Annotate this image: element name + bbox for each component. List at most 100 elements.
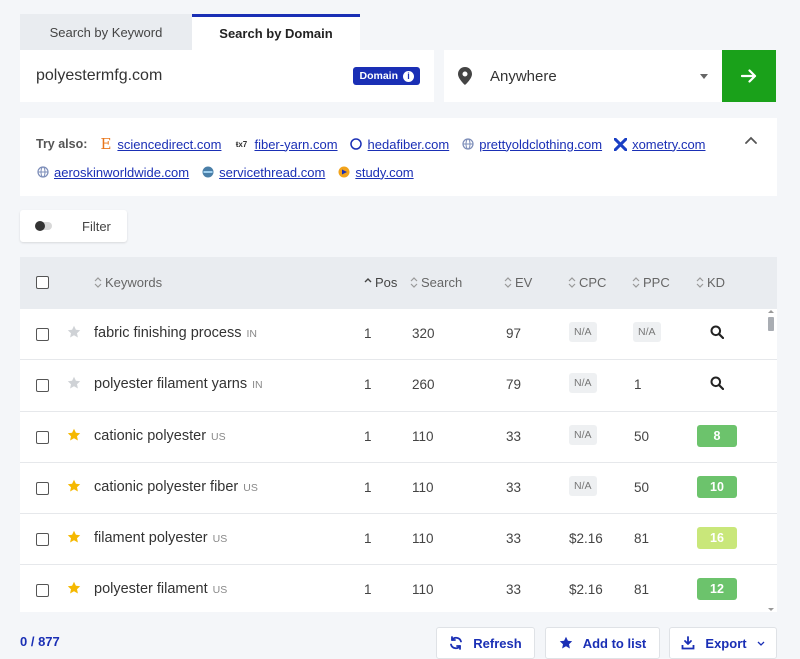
try-also-link-text[interactable]: aeroskinworldwide.com bbox=[54, 165, 189, 180]
table-row[interactable]: polyester filament yarns IN 1 260 79 N/A … bbox=[20, 360, 777, 412]
location-pin-icon bbox=[458, 67, 472, 85]
table-row[interactable]: fabric finishing process IN 1 320 97 N/A … bbox=[20, 309, 777, 361]
table-row[interactable]: polyester filament US 1 110 33 $2.16 81 1… bbox=[20, 565, 777, 612]
arrow-right-icon bbox=[741, 69, 757, 83]
export-button[interactable]: Export bbox=[669, 627, 777, 659]
star-filled-icon[interactable] bbox=[67, 530, 81, 544]
try-also-panel: Try also: E sciencedirect.com ŧx7 fiber-… bbox=[20, 118, 777, 196]
scroll-up-icon[interactable] bbox=[767, 309, 775, 314]
scrollbar-thumb[interactable] bbox=[768, 317, 774, 331]
row-checkbox[interactable] bbox=[36, 430, 49, 444]
country-code: IN bbox=[252, 379, 263, 392]
pos-cell: 1 bbox=[364, 377, 372, 393]
try-also-link[interactable]: xometry.com bbox=[614, 137, 706, 152]
kd-badge: 8 bbox=[697, 424, 737, 447]
keyword-text: polyester filament bbox=[94, 581, 208, 598]
keyword-text: cationic polyester bbox=[94, 427, 207, 444]
column-label: Search bbox=[421, 275, 463, 290]
location-value: Anywhere bbox=[490, 67, 557, 85]
try-also-line-1: Try also: E sciencedirect.com ŧx7 fiber-… bbox=[36, 134, 761, 154]
domain-input[interactable] bbox=[36, 67, 336, 85]
row-checkbox[interactable] bbox=[36, 481, 49, 495]
keyword-cell[interactable]: fabric finishing process IN bbox=[94, 325, 257, 341]
chevron-up-icon[interactable] bbox=[745, 136, 757, 144]
scroll-down-icon[interactable] bbox=[767, 607, 775, 612]
kd-badge: 10 bbox=[697, 475, 737, 498]
search-icon[interactable] bbox=[710, 325, 724, 339]
chevron-down-icon bbox=[700, 73, 708, 79]
table-row[interactable]: cationic polyester fiber US 1 110 33 N/A … bbox=[20, 463, 777, 515]
table-row[interactable]: filament polyester US 1 110 33 $2.16 81 1… bbox=[20, 514, 777, 566]
row-checkbox[interactable] bbox=[36, 379, 49, 393]
column-pos[interactable]: Pos bbox=[364, 275, 397, 290]
filter-toggle-button[interactable]: Filter bbox=[20, 210, 127, 242]
refresh-icon bbox=[450, 636, 463, 650]
select-all-checkbox[interactable] bbox=[36, 276, 49, 289]
column-kd[interactable]: KD bbox=[696, 275, 725, 290]
ev-cell: 33 bbox=[506, 531, 522, 547]
sort-ascending-icon bbox=[364, 278, 372, 283]
search-submit-button[interactable] bbox=[722, 50, 776, 102]
try-also-link-text[interactable]: servicethread.com bbox=[219, 165, 325, 180]
ev-cell: 97 bbox=[506, 326, 522, 341]
try-also-link[interactable]: hedafiber.com bbox=[350, 137, 450, 152]
keyword-cell[interactable]: polyester filament US bbox=[94, 581, 227, 597]
try-also-link[interactable]: E sciencedirect.com bbox=[99, 135, 221, 153]
sort-icon bbox=[94, 277, 102, 288]
refresh-button[interactable]: Refresh bbox=[436, 627, 535, 659]
try-also-link[interactable]: study.com bbox=[337, 165, 414, 180]
country-code: US bbox=[211, 430, 226, 443]
table-header: Keywords Pos Search EV CPC PPC KD bbox=[20, 257, 777, 309]
add-to-list-button[interactable]: Add to list bbox=[545, 627, 660, 659]
try-also-link-text[interactable]: prettyoldclothing.com bbox=[479, 137, 602, 152]
domain-type-badge[interactable]: Domain i bbox=[353, 67, 420, 85]
export-label: Export bbox=[705, 635, 747, 651]
row-checkbox[interactable] bbox=[36, 584, 49, 598]
try-also-link-text[interactable]: study.com bbox=[355, 165, 413, 180]
ppc-cell: 50 bbox=[634, 479, 650, 495]
try-also-link[interactable]: aeroskinworldwide.com bbox=[36, 165, 189, 180]
location-select[interactable]: Anywhere bbox=[444, 50, 722, 102]
column-ev[interactable]: EV bbox=[504, 275, 532, 290]
sort-icon bbox=[504, 277, 512, 288]
keyword-cell[interactable]: filament polyester US bbox=[94, 530, 227, 546]
sort-icon bbox=[696, 277, 704, 288]
column-cpc[interactable]: CPC bbox=[568, 275, 606, 290]
tab-search-by-keyword[interactable]: Search by Keyword bbox=[20, 14, 192, 50]
table-row[interactable]: cationic polyester US 1 110 33 N/A 50 8 bbox=[20, 412, 777, 463]
try-also-link[interactable]: servicethread.com bbox=[201, 165, 325, 180]
keyword-cell[interactable]: cationic polyester US bbox=[94, 428, 226, 444]
star-outline-icon[interactable] bbox=[67, 376, 81, 390]
try-also-link-text[interactable]: hedafiber.com bbox=[368, 137, 450, 152]
star-filled-icon[interactable] bbox=[67, 581, 81, 595]
ppc-na-badge: N/A bbox=[633, 322, 661, 342]
keyword-text: fabric finishing process bbox=[94, 325, 242, 341]
try-also-link[interactable]: prettyoldclothing.com bbox=[461, 137, 602, 152]
try-also-link-text[interactable]: xometry.com bbox=[632, 137, 705, 152]
column-keywords[interactable]: Keywords bbox=[94, 275, 162, 290]
column-search[interactable]: Search bbox=[410, 275, 462, 290]
ppc-cell: 1 bbox=[634, 377, 642, 393]
pos-cell: 1 bbox=[364, 531, 372, 547]
row-checkbox[interactable] bbox=[36, 328, 49, 341]
try-also-line-2: aeroskinworldwide.com servicethread.com … bbox=[36, 162, 761, 182]
star-filled-icon[interactable] bbox=[67, 428, 81, 442]
keyword-cell[interactable]: polyester filament yarns IN bbox=[94, 376, 263, 392]
search-icon[interactable] bbox=[710, 376, 724, 391]
star-filled-icon[interactable] bbox=[67, 479, 81, 493]
try-also-link[interactable]: ŧx7 fiber-yarn.com bbox=[233, 137, 338, 152]
column-label: Keywords bbox=[105, 275, 163, 290]
search-tabs: Search by Keyword Search by Domain bbox=[20, 14, 360, 50]
column-ppc[interactable]: PPC bbox=[632, 275, 670, 290]
table-scrollbar[interactable] bbox=[766, 309, 776, 612]
try-also-link-text[interactable]: fiber-yarn.com bbox=[254, 137, 337, 152]
star-outline-icon[interactable] bbox=[67, 325, 81, 339]
keyword-cell[interactable]: cationic polyester fiber US bbox=[94, 479, 258, 495]
tab-search-by-domain[interactable]: Search by Domain bbox=[192, 14, 360, 50]
column-label: KD bbox=[707, 275, 726, 290]
row-checkbox[interactable] bbox=[36, 533, 49, 547]
cpc-na-badge: N/A bbox=[569, 424, 597, 445]
try-also-link-text[interactable]: sciencedirect.com bbox=[117, 137, 221, 152]
filter-toggle-switch[interactable] bbox=[35, 221, 52, 231]
pos-cell: 1 bbox=[364, 428, 372, 444]
